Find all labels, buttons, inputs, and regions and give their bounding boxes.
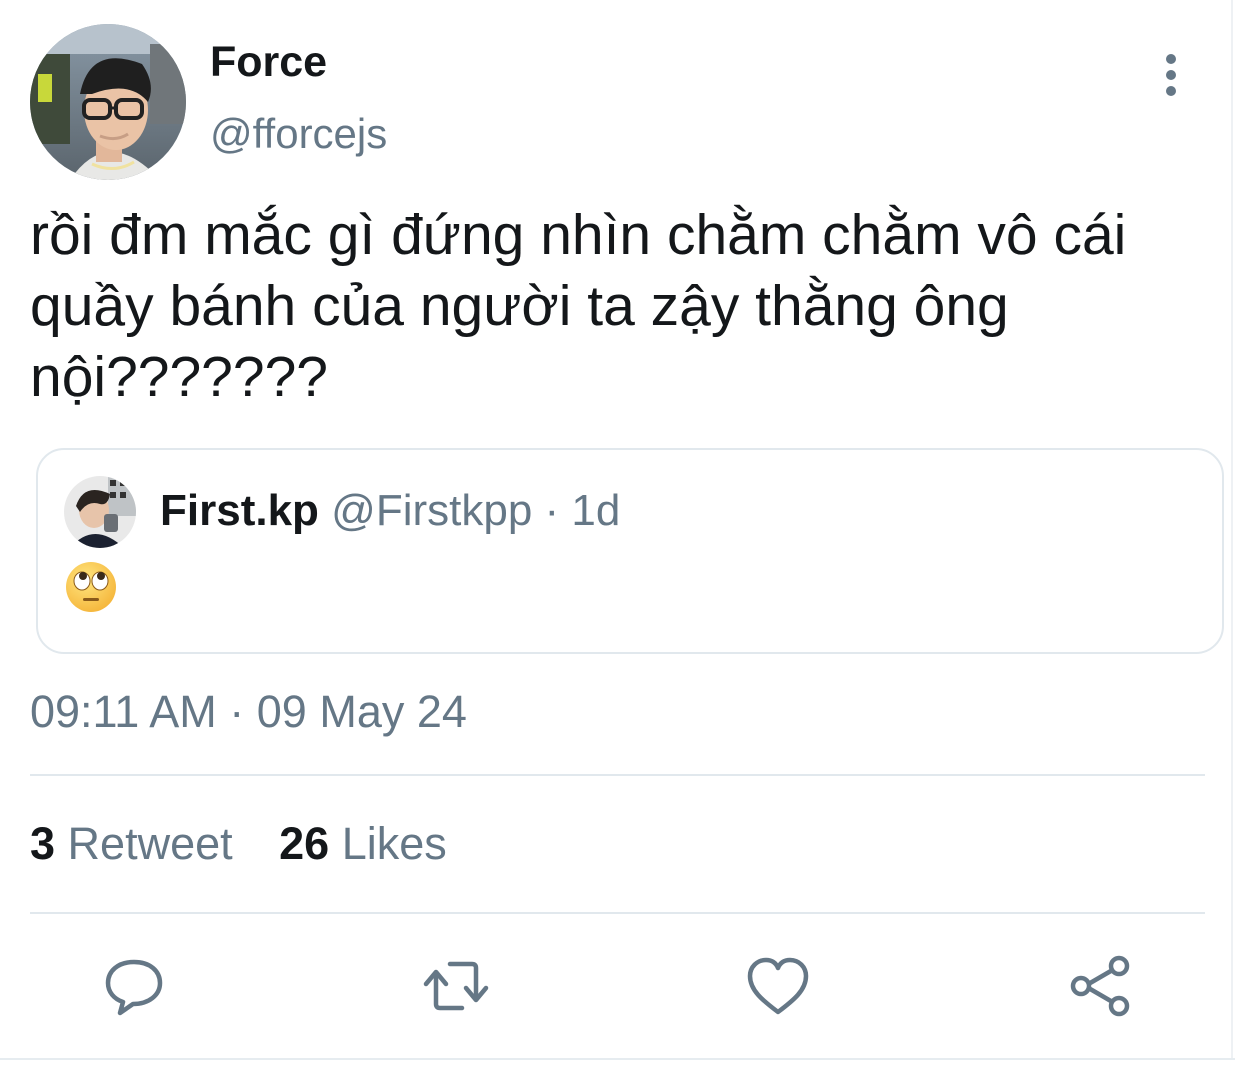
like-icon bbox=[747, 957, 809, 1015]
quoted-tweet-content bbox=[64, 560, 118, 614]
meta-separator: · bbox=[544, 486, 560, 535]
author-handle[interactable]: @fforcejs bbox=[210, 110, 387, 158]
tweet-stats: 3 Retweet 26 Likes bbox=[30, 818, 481, 870]
divider bbox=[30, 774, 1205, 776]
more-options-button[interactable] bbox=[1152, 52, 1190, 98]
likes-count: 26 bbox=[279, 818, 330, 869]
retweet-count: 3 bbox=[30, 818, 56, 869]
page-right-border bbox=[1231, 0, 1233, 1060]
likes-count-link[interactable]: 26 Likes bbox=[279, 818, 447, 870]
share-button[interactable] bbox=[1064, 950, 1136, 1022]
profile-photo-icon bbox=[64, 476, 136, 548]
quoted-author-avatar[interactable] bbox=[64, 476, 136, 548]
more-vertical-icon bbox=[1166, 54, 1176, 96]
quoted-tweet-age: 1d bbox=[571, 486, 621, 535]
face-with-rolling-eyes-emoji-icon bbox=[66, 562, 116, 612]
retweet-button[interactable] bbox=[420, 950, 492, 1022]
likes-label: Likes bbox=[341, 818, 447, 869]
retweet-icon bbox=[423, 961, 489, 1011]
share-icon bbox=[1070, 955, 1130, 1017]
quoted-author-handle[interactable]: @Firstkpp bbox=[331, 486, 532, 535]
retweet-count-link[interactable]: 3 Retweet bbox=[30, 818, 233, 870]
bottom-border bbox=[0, 1058, 1235, 1060]
tweet-text: rồi đm mắc gì đứng nhìn chằm chằm vô cái… bbox=[30, 203, 1127, 409]
author-avatar[interactable] bbox=[30, 24, 186, 180]
retweet-label: Retweet bbox=[67, 818, 233, 869]
reply-icon bbox=[105, 959, 163, 1016]
quoted-author-display-name[interactable]: First.kp bbox=[160, 486, 319, 535]
profile-photo-icon bbox=[30, 24, 186, 180]
tweet-timestamp[interactable]: 09:11 AM · 09 May 24 bbox=[30, 686, 467, 738]
reply-button[interactable] bbox=[98, 950, 170, 1022]
quoted-tweet-card[interactable]: First.kp @Firstkpp · 1d bbox=[36, 448, 1224, 654]
like-button[interactable] bbox=[742, 950, 814, 1022]
divider bbox=[30, 912, 1205, 914]
quoted-tweet-header: First.kp @Firstkpp · 1d bbox=[160, 486, 620, 536]
author-display-name[interactable]: Force bbox=[210, 38, 327, 87]
